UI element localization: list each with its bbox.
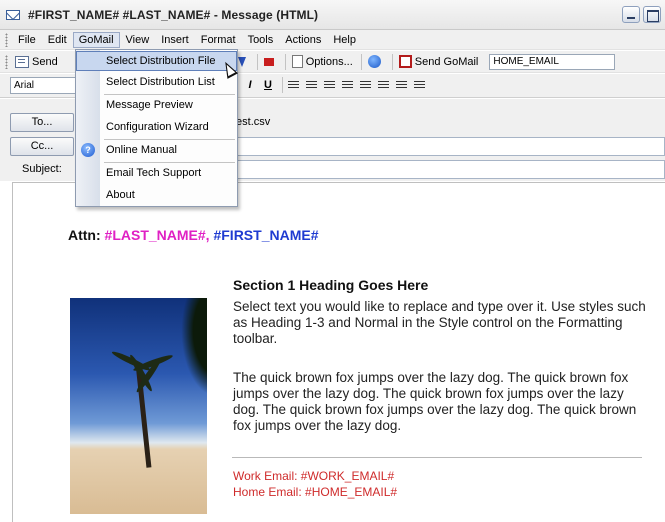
line-style-button[interactable] — [412, 77, 426, 93]
message-envelope-icon — [6, 7, 22, 23]
title-bar: #FIRST_NAME# #LAST_NAME# - Message (HTML… — [0, 0, 665, 30]
numbering-icon — [341, 80, 353, 90]
bullets-button[interactable] — [358, 77, 372, 93]
send-label: Send — [32, 55, 58, 68]
menu-help[interactable]: Help — [327, 32, 362, 48]
menu-message-preview[interactable]: Message Preview — [76, 95, 237, 115]
menu-email-tech-support[interactable]: Email Tech Support — [76, 163, 237, 183]
subject-label: Subject: — [22, 163, 62, 175]
menu-insert[interactable]: Insert — [155, 32, 195, 48]
home-email-field[interactable]: HOME_EMAIL — [489, 53, 616, 70]
menu-file[interactable]: File — [12, 32, 42, 48]
minimize-button[interactable] — [622, 6, 640, 23]
toolbar-separator — [282, 77, 283, 93]
flag-icon — [263, 57, 274, 66]
send-button[interactable]: Send — [12, 53, 61, 71]
toolbar-separator — [284, 53, 286, 70]
sample-paragraph: The quick brown fox jumps over the lazy … — [233, 370, 637, 433]
horizontal-rule — [232, 457, 642, 458]
menu-about[interactable]: About — [76, 185, 237, 205]
align-right-icon — [323, 80, 335, 90]
menu-tools[interactable]: Tools — [242, 32, 280, 48]
options-button[interactable]: Options... — [289, 53, 356, 71]
font-select[interactable]: Arial — [10, 77, 78, 94]
align-left-icon — [287, 80, 299, 90]
toolbar-separator — [256, 53, 258, 70]
intro-paragraph: Select text you would like to replace an… — [233, 299, 646, 346]
window-title: #FIRST_NAME# #LAST_NAME# - Message (HTML… — [28, 7, 319, 22]
toolbar-grip-icon[interactable] — [5, 54, 8, 69]
bullets-icon — [359, 80, 371, 90]
options-label: Options... — [305, 55, 353, 68]
to-button[interactable]: To... — [10, 113, 74, 132]
help-button[interactable] — [365, 53, 387, 71]
align-center-icon — [305, 80, 317, 90]
beach-palm-photo — [70, 298, 207, 514]
toolbar-separator — [360, 53, 362, 70]
menu-actions[interactable]: Actions — [279, 32, 327, 48]
menu-select-distribution-list[interactable]: Select Distribution List — [76, 72, 237, 92]
toolbar-grip-icon[interactable] — [5, 32, 8, 47]
section-heading: Section 1 Heading Goes Here — [233, 277, 429, 293]
attn-last-name: #LAST_NAME#, — [104, 227, 210, 243]
menu-format[interactable]: Format — [195, 32, 242, 48]
cc-button[interactable]: Cc... — [10, 137, 74, 156]
work-email-line: Work Email: #WORK_EMAIL# — [233, 469, 395, 483]
send-gomail-icon — [398, 55, 412, 68]
align-left-button[interactable] — [286, 77, 300, 93]
maximize-button[interactable] — [643, 6, 661, 23]
numbering-button[interactable] — [340, 77, 354, 93]
menu-gomail[interactable]: GoMail — [72, 31, 120, 48]
attn-first-name: #FIRST_NAME# — [213, 227, 319, 243]
menu-bar: File Edit GoMail View Insert Format Tool… — [0, 30, 665, 50]
underline-button[interactable]: U — [261, 77, 275, 93]
options-icon — [291, 55, 303, 68]
send-gomail-label: Send GoMail — [414, 55, 479, 68]
palm-fronds — [175, 298, 207, 408]
attn-label: Attn: — [68, 227, 101, 243]
gomail-dropdown-menu: Select Distribution File Select Distribu… — [75, 49, 238, 207]
increase-indent-icon — [395, 80, 407, 90]
send-icon — [15, 55, 29, 68]
align-center-button[interactable] — [304, 77, 318, 93]
toolbar-separator — [391, 53, 393, 70]
send-gomail-button[interactable]: Send GoMail — [396, 53, 482, 71]
attn-line: Attn: #LAST_NAME#, #FIRST_NAME# — [68, 227, 319, 243]
follow-up-flag-button[interactable] — [261, 53, 280, 71]
menu-edit[interactable]: Edit — [42, 32, 73, 48]
home-email-line: Home Email: #HOME_EMAIL# — [233, 485, 398, 499]
line-style-icon — [413, 80, 425, 90]
increase-indent-button[interactable] — [394, 77, 408, 93]
decrease-indent-button[interactable] — [376, 77, 390, 93]
align-right-button[interactable] — [322, 77, 336, 93]
menu-view[interactable]: View — [120, 32, 156, 48]
importance-low-icon — [237, 56, 246, 67]
menu-select-distribution-file[interactable]: Select Distribution File — [76, 51, 237, 71]
help-icon — [367, 55, 381, 68]
formatting-buttons: I U — [243, 77, 430, 93]
menu-configuration-wizard[interactable]: Configuration Wizard — [76, 117, 237, 137]
menu-online-manual[interactable]: Online Manual — [76, 140, 237, 160]
decrease-indent-icon — [377, 80, 389, 90]
italic-button[interactable]: I — [243, 77, 257, 93]
